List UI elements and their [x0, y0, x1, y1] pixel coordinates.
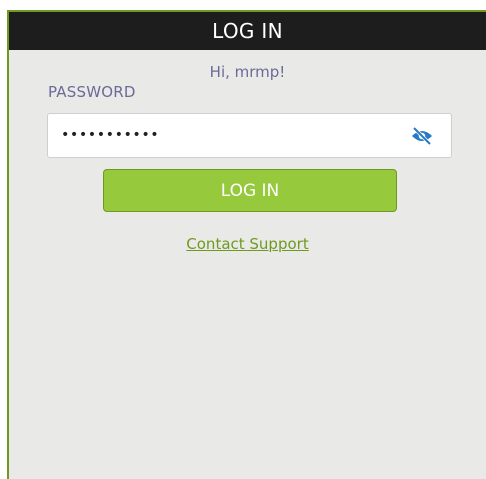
- title-bar: LOG IN: [9, 12, 486, 50]
- login-button-label: LOG IN: [220, 180, 280, 201]
- greeting-text: Hi, mrmp!: [209, 63, 286, 81]
- password-value: •••••••••••: [61, 127, 160, 143]
- contact-support-link[interactable]: Contact Support: [9, 235, 486, 253]
- login-panel: LOG IN Hi, mrmp! PASSWORD ••••••••••• LO…: [7, 10, 486, 479]
- eye-slash-icon[interactable]: [410, 126, 434, 146]
- login-button[interactable]: LOG IN: [103, 169, 397, 212]
- password-field[interactable]: •••••••••••: [47, 113, 452, 158]
- password-label: PASSWORD: [48, 83, 136, 101]
- title-bar-label: LOG IN: [212, 19, 283, 43]
